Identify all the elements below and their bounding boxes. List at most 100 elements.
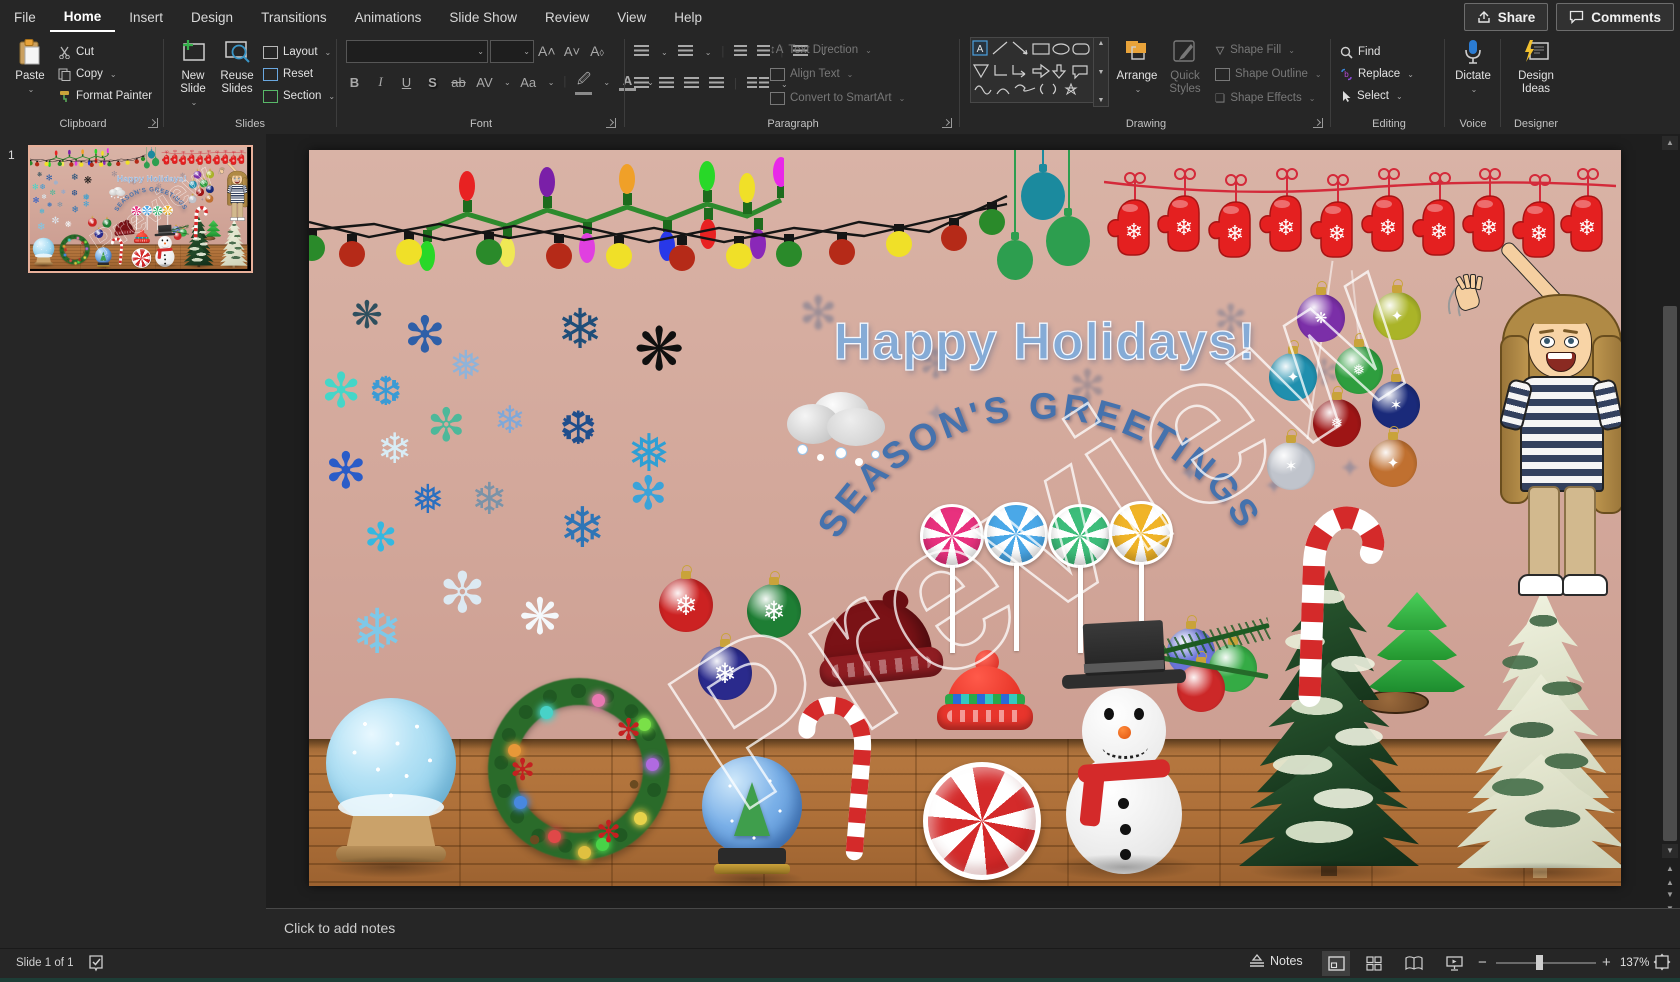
- numbering-button[interactable]: [677, 45, 693, 59]
- scroll-down-arrow[interactable]: ▼: [1662, 844, 1678, 858]
- fit-slide-to-window-button[interactable]: [1653, 953, 1671, 976]
- zoom-level[interactable]: 137%: [1620, 957, 1649, 969]
- menu-view[interactable]: View: [603, 2, 660, 31]
- slide-sorter-view-button[interactable]: [1360, 951, 1388, 976]
- zoom-slider-thumb[interactable]: [1536, 955, 1543, 970]
- slide-canvas[interactable]: ✻✻✻✻✻✦✦✦✦: [309, 150, 1621, 886]
- font-dialog-launcher[interactable]: [606, 118, 616, 128]
- reuse-slides-button[interactable]: Reuse Slides: [215, 38, 259, 96]
- font-size-combo[interactable]: ⌄: [490, 40, 534, 63]
- notes-toggle-button[interactable]: Notes: [1248, 953, 1303, 969]
- section-button[interactable]: Section ⌄: [263, 85, 335, 107]
- replace-button[interactable]: b Replace ⌄: [1340, 63, 1414, 85]
- change-case-button[interactable]: Aa: [520, 75, 537, 90]
- select-button[interactable]: Select ⌄: [1340, 85, 1403, 107]
- character-spacing-button[interactable]: AV: [476, 75, 493, 90]
- arc-text-svg: SEASON'S GREETINGS: [810, 385, 1266, 544]
- scroll-up-arrow[interactable]: ▲: [1662, 136, 1678, 150]
- paste-icon: [16, 38, 44, 66]
- shapes-gallery-scrollbar[interactable]: ▲ ▼ ▼: [1093, 37, 1109, 107]
- menu-animations[interactable]: Animations: [341, 2, 436, 31]
- shape-fill-button[interactable]: 🜄 Shape Fill ⌄: [1215, 39, 1295, 61]
- quick-styles-button[interactable]: Quick Styles: [1163, 38, 1207, 96]
- next-slide-button[interactable]: ▼▼: [1662, 888, 1678, 913]
- copy-dropdown-chevron[interactable]: ⌄: [110, 70, 117, 79]
- reset-button[interactable]: Reset: [263, 63, 313, 85]
- zoom-slider-track[interactable]: [1496, 962, 1596, 964]
- text-direction-button[interactable]: ↕A Text Direction ⌄: [770, 39, 872, 61]
- arrange-button[interactable]: Arrange ⌄: [1115, 38, 1159, 96]
- clipboard-dialog-launcher[interactable]: [148, 118, 158, 128]
- zoom-out-button[interactable]: −: [1478, 954, 1487, 971]
- shrink-font-button[interactable]: A˅: [564, 44, 581, 59]
- shape-effects-label: Shape Effects: [1230, 92, 1302, 104]
- slide-thumbnail[interactable]: ✻✻✻✻✻✦✦✦✦: [28, 145, 253, 273]
- design-ideas-button[interactable]: Design Ideas: [1514, 38, 1558, 96]
- font-style-tools: B I U S ab AV ⌄ Aa ⌄ | 🖉 ⌄ A ⌄: [346, 70, 654, 95]
- slide-title[interactable]: Happy Holidays!: [755, 312, 1335, 372]
- menu-transitions[interactable]: Transitions: [247, 2, 341, 31]
- normal-view-button[interactable]: [1322, 951, 1350, 976]
- paragraph-dialog-launcher[interactable]: [942, 118, 952, 128]
- menu-slideshow[interactable]: Slide Show: [435, 2, 531, 31]
- strikethrough-button[interactable]: ab: [450, 75, 467, 90]
- comments-button[interactable]: Comments: [1556, 3, 1674, 31]
- new-slide-button[interactable]: New Slide ⌄: [171, 38, 215, 109]
- grow-font-button[interactable]: A˄: [538, 43, 556, 59]
- highlight-color-button[interactable]: 🖉: [575, 70, 593, 95]
- shape-effects-button[interactable]: ❏ Shape Effects ⌄: [1215, 87, 1315, 109]
- layout-button[interactable]: Layout ⌄: [263, 41, 331, 63]
- arrange-chevron[interactable]: ⌄: [1117, 83, 1159, 96]
- shapes-scroll-down-icon[interactable]: ▼: [1098, 69, 1105, 76]
- bold-button[interactable]: B: [346, 75, 363, 90]
- find-button[interactable]: Find: [1340, 41, 1380, 63]
- menu-help[interactable]: Help: [660, 2, 716, 31]
- thumb-slide-title[interactable]: Happy Holidays!: [104, 174, 200, 184]
- share-button[interactable]: Share: [1463, 3, 1549, 31]
- bullets-button[interactable]: [634, 45, 649, 59]
- format-painter-button[interactable]: Format Painter: [58, 85, 152, 107]
- spell-check-icon[interactable]: [88, 954, 104, 977]
- text-shadow-button[interactable]: S: [424, 75, 441, 90]
- justify-button[interactable]: [709, 77, 724, 91]
- menu-insert[interactable]: Insert: [115, 2, 177, 31]
- clear-formatting-button[interactable]: A◊: [589, 43, 606, 59]
- shapes-gallery[interactable]: A: [970, 37, 1094, 103]
- cut-button[interactable]: Cut: [58, 41, 94, 63]
- menu-review[interactable]: Review: [531, 2, 603, 31]
- columns-button[interactable]: [747, 77, 769, 91]
- menu-home[interactable]: Home: [49, 1, 116, 32]
- align-right-button[interactable]: [684, 77, 699, 91]
- align-center-button[interactable]: [659, 77, 674, 91]
- shape-outline-button[interactable]: Shape Outline ⌄: [1215, 63, 1322, 85]
- vertical-scrollbar[interactable]: ▲ ▼ ▲▲ ▼▼: [1662, 136, 1678, 913]
- previous-slide-button[interactable]: ▲ ▲: [1662, 862, 1678, 887]
- dictate-chevron[interactable]: ⌄: [1453, 83, 1495, 96]
- zoom-in-button[interactable]: +: [1602, 954, 1611, 971]
- font-name-combo[interactable]: ⌄: [346, 40, 488, 63]
- paste-dropdown-chevron[interactable]: ⌄: [10, 83, 52, 96]
- increase-indent-button[interactable]: [757, 45, 771, 59]
- align-text-button[interactable]: Align Text ⌄: [770, 63, 853, 85]
- scrollbar-thumb[interactable]: [1663, 306, 1677, 841]
- menu-file[interactable]: File: [0, 2, 50, 31]
- convert-smartart-button[interactable]: Convert to SmartArt ⌄: [770, 87, 905, 109]
- shapes-more-icon[interactable]: ▼: [1098, 97, 1105, 104]
- decrease-indent-button[interactable]: [734, 45, 748, 59]
- notes-placeholder[interactable]: Click to add notes: [284, 920, 395, 936]
- slide-canvas[interactable]: ✻✻✻✻✻✦✦✦✦: [30, 147, 248, 270]
- slideshow-view-button[interactable]: [1440, 951, 1468, 976]
- reading-view-button[interactable]: [1400, 951, 1428, 976]
- paste-button[interactable]: Paste ⌄: [8, 38, 52, 96]
- dictate-button[interactable]: Dictate ⌄: [1451, 38, 1495, 96]
- new-slide-chevron[interactable]: ⌄: [173, 96, 215, 109]
- copy-button[interactable]: Copy ⌄: [58, 63, 117, 85]
- align-left-button[interactable]: [634, 77, 649, 91]
- shapes-scroll-up-icon[interactable]: ▲: [1098, 40, 1105, 47]
- notes-pane[interactable]: Click to add notes: [266, 908, 1680, 949]
- notes-toggle-label: Notes: [1270, 954, 1303, 968]
- italic-button[interactable]: I: [372, 74, 389, 90]
- underline-button[interactable]: U: [398, 75, 415, 90]
- drawing-dialog-launcher[interactable]: [1313, 118, 1323, 128]
- menu-design[interactable]: Design: [177, 2, 247, 31]
